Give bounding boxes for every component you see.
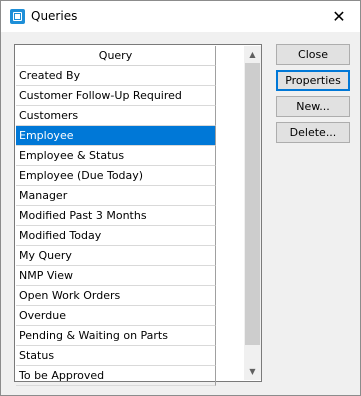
query-list[interactable]: Query Created By Customer Follow-Up Requi… [14,44,262,386]
properties-button[interactable]: Properties [276,70,350,91]
list-item[interactable]: Customer Follow-Up Required [16,86,216,106]
list-item[interactable]: Manager [16,186,216,206]
window-title: Queries [31,9,78,23]
list-item[interactable]: Employee [16,126,216,146]
query-rows: Created By Customer Follow-Up Required Cus… [16,66,216,386]
list-item[interactable]: Modified Today [16,226,216,246]
list-item[interactable]: Status [16,346,216,366]
list-item[interactable]: Overdue [16,306,216,326]
scrollbar-thumb[interactable] [245,63,260,345]
list-item[interactable]: Open Work Orders [16,286,216,306]
delete-button[interactable]: Delete... [276,122,350,143]
column-header-query[interactable]: Query [16,46,216,66]
scroll-up-icon[interactable]: ▲ [244,46,261,63]
title-bar[interactable]: Queries ✕ [1,1,360,32]
list-item[interactable]: My Query [16,246,216,266]
list-item[interactable]: Employee & Status [16,146,216,166]
list-item[interactable]: Pending & Waiting on Parts [16,326,216,346]
vertical-scrollbar[interactable]: ▲ ▼ [244,46,261,380]
app-icon [10,9,25,24]
scroll-down-icon[interactable]: ▼ [244,363,261,380]
list-item[interactable]: NMP View [16,266,216,286]
queries-dialog: Queries ✕ Query Created By Customer Follo… [0,0,361,396]
close-button[interactable]: Close [276,44,350,65]
list-item[interactable]: To be Approved [16,366,216,386]
new-button[interactable]: New... [276,96,350,117]
close-icon[interactable]: ✕ [318,1,360,32]
list-item[interactable]: Modified Past 3 Months [16,206,216,226]
list-item[interactable]: Customers [16,106,216,126]
list-item[interactable]: Created By [16,66,216,86]
list-item[interactable]: Employee (Due Today) [16,166,216,186]
